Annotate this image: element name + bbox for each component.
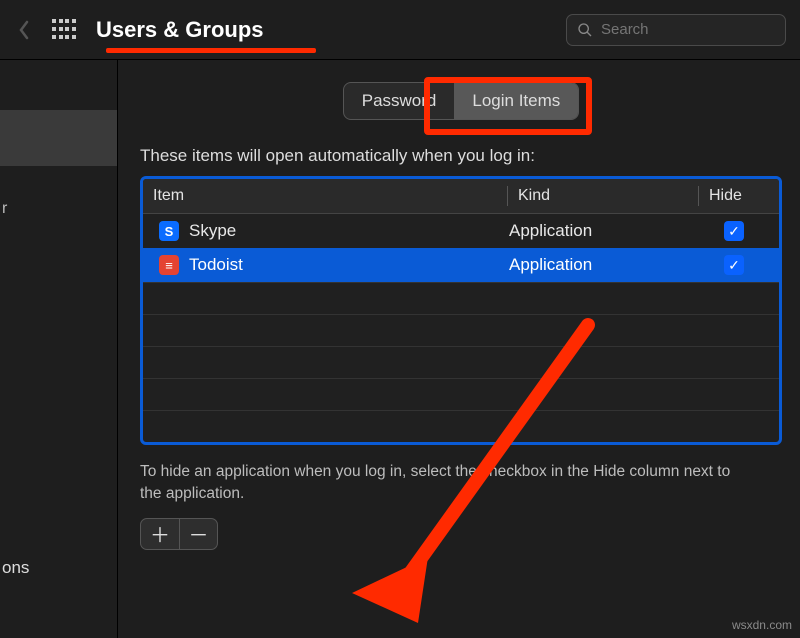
item-kind: Application — [509, 221, 699, 241]
hide-checkbox[interactable]: ✓ — [724, 255, 744, 275]
sidebar-selected-item[interactable] — [0, 110, 117, 166]
table-row[interactable]: S Skype Application ✓ — [143, 214, 779, 248]
annotation-underline — [106, 48, 316, 53]
back-button[interactable] — [14, 20, 34, 40]
hide-column-hint: To hide an application when you log in, … — [140, 461, 740, 506]
sidebar: r ons — [0, 60, 118, 638]
search-input[interactable] — [601, 21, 775, 38]
item-name: Todoist — [189, 255, 243, 275]
item-kind: Application — [509, 255, 699, 275]
watermark: wsxdn.com — [732, 618, 792, 632]
add-remove-group: ＋ － — [140, 518, 218, 550]
search-icon — [577, 22, 593, 38]
column-header-kind[interactable]: Kind — [508, 179, 698, 213]
apps-grid-icon[interactable] — [52, 19, 76, 41]
column-header-hide[interactable]: Hide — [699, 179, 779, 213]
remove-button[interactable]: － — [179, 519, 217, 549]
hide-checkbox[interactable]: ✓ — [724, 221, 744, 241]
column-header-item[interactable]: Item — [143, 179, 507, 213]
tab-login-items[interactable]: Login Items — [454, 83, 578, 119]
page-title: Users & Groups — [96, 17, 264, 43]
search-field[interactable] — [566, 14, 786, 46]
item-name: Skype — [189, 221, 236, 241]
app-icon: S — [159, 221, 179, 241]
add-button[interactable]: ＋ — [141, 519, 179, 549]
tab-group: Password Login Items — [343, 82, 580, 120]
sidebar-text-fragment: ons — [2, 558, 29, 578]
table-row[interactable]: ≡ Todoist Application ✓ — [143, 248, 779, 282]
tab-password[interactable]: Password — [344, 83, 455, 119]
sidebar-text-fragment: r — [2, 200, 117, 218]
login-items-hint: These items will open automatically when… — [140, 146, 782, 166]
login-items-table: Item Kind Hide S Skype Application ✓ ≡ Todois… — [140, 176, 782, 445]
app-icon: ≡ — [159, 255, 179, 275]
